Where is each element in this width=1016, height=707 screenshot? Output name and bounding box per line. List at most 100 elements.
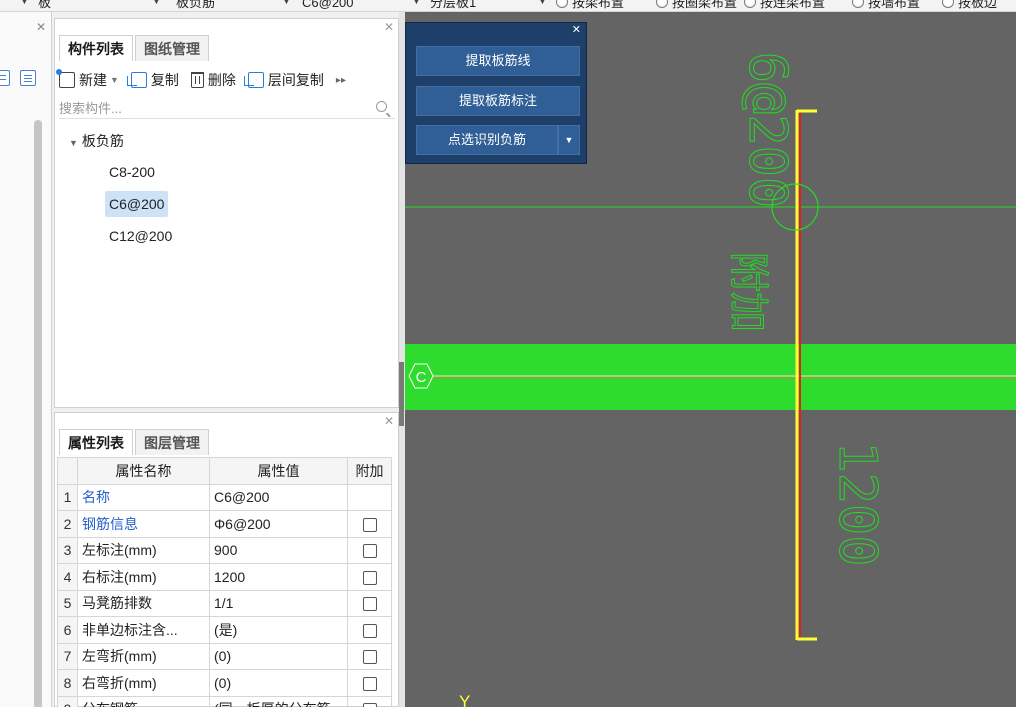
layer-combo[interactable]: 分层板1 xyxy=(430,0,476,11)
chevron-down-icon[interactable]: ▼ xyxy=(20,0,29,6)
property-value[interactable]: (0) xyxy=(209,669,348,697)
close-icon[interactable]: ✕ xyxy=(384,20,394,34)
search-input[interactable] xyxy=(59,97,359,119)
property-value[interactable]: 1200 xyxy=(209,563,348,591)
copy-button[interactable]: 复制 xyxy=(126,70,179,90)
column-header-value: 属性值 xyxy=(209,457,348,485)
chevron-down-icon[interactable]: ▼ xyxy=(152,0,161,6)
radio-icon[interactable] xyxy=(556,0,568,8)
list-view-icon[interactable] xyxy=(0,70,10,86)
tree-item-selected[interactable]: C6@200 xyxy=(105,191,169,217)
checkbox[interactable] xyxy=(362,517,377,532)
scrollbar[interactable] xyxy=(34,120,42,707)
property-value[interactable]: (同一板厚的分布筋 xyxy=(209,695,348,707)
row-index: 8 xyxy=(57,669,78,697)
radio-icon[interactable] xyxy=(852,0,864,8)
row-index: 7 xyxy=(57,642,78,670)
checkbox[interactable] xyxy=(362,650,377,665)
property-table: 属性名称 属性值 附加 1 名称 C6@200 2 钢筋信息 Φ6@200 3 … xyxy=(57,457,392,707)
column-header-extra: 附加 xyxy=(347,457,392,485)
row-index: 3 xyxy=(57,536,78,564)
property-name: 马凳筋排数 xyxy=(77,589,210,617)
dimension-text: 1200 xyxy=(827,441,887,566)
row-index: 2 xyxy=(57,510,78,538)
chevron-down-icon[interactable]: ▼ xyxy=(412,0,421,6)
more-icon[interactable]: ▸▸ xyxy=(336,75,346,86)
component-tabs: 构件列表 图纸管理 xyxy=(59,35,211,61)
row-index: 6 xyxy=(57,616,78,644)
tab-layer-management[interactable]: 图层管理 xyxy=(135,429,209,455)
tree-node-slab-negative-rebar[interactable]: ▼ 板负筋 xyxy=(69,129,176,153)
trash-icon xyxy=(190,72,204,88)
checkbox[interactable] xyxy=(362,544,377,559)
close-icon[interactable]: ✕ xyxy=(36,20,46,34)
table-row[interactable]: 9 分布钢筋 (同一板厚的分布筋 xyxy=(57,695,392,707)
column-header-index xyxy=(57,457,78,485)
radio-icon[interactable] xyxy=(744,0,756,8)
chevron-down-icon[interactable]: ▼ xyxy=(558,125,580,155)
detail-view-icon[interactable] xyxy=(20,70,36,86)
table-row[interactable]: 8 右弯折(mm) (0) xyxy=(57,669,392,697)
table-row[interactable]: 2 钢筋信息 Φ6@200 xyxy=(57,510,392,538)
table-row[interactable]: 5 马凳筋排数 1/1 xyxy=(57,589,392,617)
checkbox[interactable] xyxy=(362,703,377,707)
checkbox[interactable] xyxy=(362,597,377,612)
tab-component-list[interactable]: 构件列表 xyxy=(59,35,133,61)
property-name: 左标注(mm) xyxy=(77,536,210,564)
component-combo[interactable]: C6@200 xyxy=(302,0,354,11)
property-name: 右标注(mm) xyxy=(77,563,210,591)
tree-item[interactable]: C12@200 xyxy=(105,223,176,249)
close-icon[interactable]: ✕ xyxy=(384,414,394,428)
caret-down-icon[interactable]: ▼ xyxy=(69,138,78,148)
property-value[interactable]: 1/1 xyxy=(209,589,348,617)
chevron-down-icon[interactable]: ▼ xyxy=(110,75,119,85)
chevron-down-icon[interactable]: ▼ xyxy=(282,0,291,6)
component-list-panel: ✕ 构件列表 图纸管理 新建 ▼ 复制 删除 层间复制 ▸▸ ▼板负筋 C8- xyxy=(54,18,399,408)
property-value[interactable]: Φ6@200 xyxy=(209,510,348,538)
extract-tool-panel: ✕ 提取板筋线 提取板筋标注 点选识别负筋 ▼ xyxy=(405,22,587,164)
table-row[interactable]: 3 左标注(mm) 900 xyxy=(57,536,392,564)
column-header-name: 属性名称 xyxy=(77,457,210,485)
close-icon[interactable]: ✕ xyxy=(572,23,581,36)
property-name: 钢筋信息 xyxy=(77,510,210,538)
radio-icon[interactable] xyxy=(656,0,668,8)
y-axis-label: Y xyxy=(459,692,470,707)
row-index: 4 xyxy=(57,563,78,591)
tab-property-list[interactable]: 属性列表 xyxy=(59,429,133,455)
axis-label: C xyxy=(416,369,427,386)
extract-rebar-line-button[interactable]: 提取板筋线 xyxy=(416,46,580,76)
table-row[interactable]: 1 名称 C6@200 xyxy=(57,483,392,511)
radio-icon[interactable] xyxy=(942,0,954,8)
search-icon[interactable] xyxy=(376,101,387,112)
checkbox[interactable] xyxy=(362,623,377,638)
radio-by-coupling-beam[interactable]: 按连梁布置 xyxy=(744,0,825,11)
property-value[interactable]: C6@200 xyxy=(209,483,348,511)
floor-copy-button[interactable]: 层间复制 xyxy=(243,70,324,90)
tree-item[interactable]: C8-200 xyxy=(105,159,159,185)
property-value[interactable]: (是) xyxy=(209,616,348,644)
beam-band xyxy=(405,344,1016,410)
chevron-down-icon[interactable]: ▼ xyxy=(538,0,547,6)
component-search xyxy=(59,97,395,119)
component-tree: ▼ 板负筋 C8-200 C6@200 C12@200 xyxy=(69,129,176,249)
radio-by-wall[interactable]: 按墙布置 xyxy=(852,0,920,11)
new-button[interactable]: 新建 ▼ xyxy=(56,69,119,90)
tab-drawing-management[interactable]: 图纸管理 xyxy=(135,35,209,61)
element-type-combo[interactable]: 板 xyxy=(38,0,51,11)
property-value[interactable]: (0) xyxy=(209,642,348,670)
table-row[interactable]: 4 右标注(mm) 1200 xyxy=(57,563,392,591)
table-row[interactable]: 6 非单边标注含... (是) xyxy=(57,616,392,644)
table-row[interactable]: 7 左弯折(mm) (0) xyxy=(57,642,392,670)
radio-by-ring-beam[interactable]: 按圈梁布置 xyxy=(656,0,737,11)
element-subtype-combo[interactable]: 板负筋 xyxy=(176,0,215,11)
property-value[interactable]: 900 xyxy=(209,536,348,564)
delete-button[interactable]: 删除 xyxy=(190,70,236,90)
checkbox[interactable] xyxy=(362,570,377,585)
splitter-handle[interactable] xyxy=(399,362,404,426)
radio-by-slab-edge[interactable]: 按板边 xyxy=(942,0,997,11)
extra-cell xyxy=(347,669,392,697)
extract-rebar-label-button[interactable]: 提取板筋标注 xyxy=(416,86,580,116)
checkbox[interactable] xyxy=(362,676,377,691)
pick-recognize-negative-rebar-button[interactable]: 点选识别负筋 xyxy=(416,125,558,155)
radio-by-beam[interactable]: 按梁布置 xyxy=(556,0,624,11)
